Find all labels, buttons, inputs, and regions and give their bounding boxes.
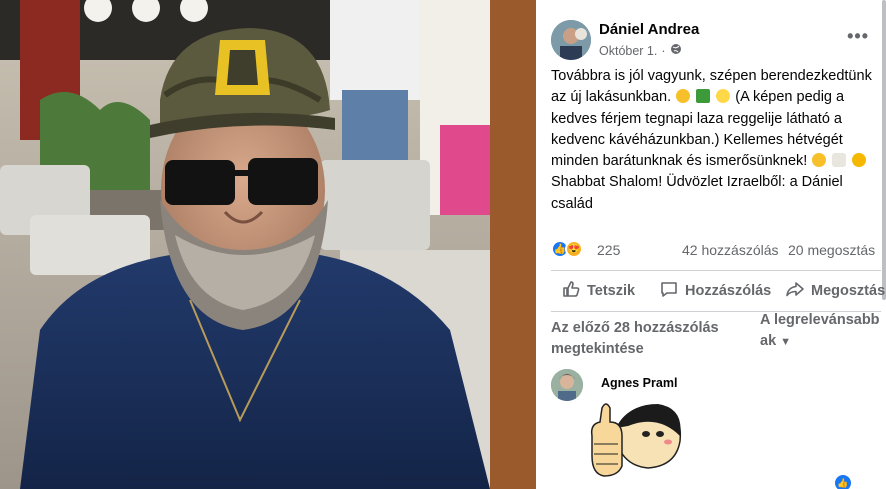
post-date[interactable]: Október 1. xyxy=(599,44,657,58)
comment-sort-dropdown[interactable]: A legrelevánsabbak ▼ xyxy=(760,310,880,353)
text-line: Shabbat Shalom! Üdvözlet Izraelből: a Dá… xyxy=(551,174,843,191)
sun-face-emoji-icon xyxy=(716,89,731,104)
sunflower-emoji-icon xyxy=(852,153,867,168)
sort-label: A legrelevánsabbak xyxy=(760,312,880,349)
dot-separator: · xyxy=(661,43,666,58)
more-options-icon[interactable]: ••• xyxy=(847,26,869,47)
palm-tree-emoji-icon xyxy=(696,89,711,104)
reaction-icons[interactable]: 👍 😍 xyxy=(551,240,583,258)
text-line: minden barátunknak és ismerősünknek! xyxy=(551,153,808,170)
comment-label: Hozzászólás xyxy=(685,283,772,299)
grinning-emoji-icon xyxy=(676,89,691,104)
love-face-reaction-icon: 😍 xyxy=(565,240,583,258)
text-line: az új lakásunkban. xyxy=(551,89,672,106)
like-button[interactable]: Tetszik xyxy=(561,276,635,306)
scrollbar[interactable] xyxy=(882,0,886,300)
commenter-avatar[interactable] xyxy=(551,369,583,401)
post-stats: 👍 😍 225 42 hozzászólás 20 megosztás xyxy=(551,240,881,260)
shares-count[interactable]: 20 megosztás xyxy=(788,242,875,258)
wink-emoji-icon xyxy=(812,153,827,168)
share-button[interactable]: Megosztás xyxy=(785,276,885,306)
post-panel: Dániel Andrea Október 1. · ••• Továbbra … xyxy=(536,0,886,489)
thumbs-up-sticker xyxy=(588,396,688,482)
text-line: (A képen pedig a xyxy=(735,89,845,106)
view-previous-comments[interactable]: Az előző 28 hozzászólás megtekintése xyxy=(551,318,741,360)
divider xyxy=(551,270,881,271)
comments-count[interactable]: 42 hozzászólás xyxy=(682,242,779,258)
like-label: Tetszik xyxy=(587,283,636,299)
commenter-name[interactable]: Agnes Praml xyxy=(601,376,677,390)
share-label: Megosztás xyxy=(811,283,886,299)
post-actions: Tetszik Hozzászólás Megosztás xyxy=(551,276,886,306)
comment-like-badge-icon[interactable]: 👍 xyxy=(833,473,853,489)
post-text: Továbbra is jól vagyunk, szépen berendez… xyxy=(551,66,876,215)
thumbs-up-icon xyxy=(561,279,581,303)
globe-icon xyxy=(670,43,682,58)
coffee-emoji-icon xyxy=(832,153,847,168)
text-line: kedves férjem tegnapi laza reggelije lát… xyxy=(551,110,842,127)
author-avatar[interactable] xyxy=(551,20,591,60)
post-meta: Október 1. · xyxy=(599,43,682,58)
share-arrow-icon xyxy=(785,279,805,303)
man-in-cafe-photo xyxy=(0,0,536,489)
reaction-count[interactable]: 225 xyxy=(597,242,620,258)
author-name[interactable]: Dániel Andrea xyxy=(599,21,699,38)
text-line: kedvenc kávéházunkban.) Kellemes hétvégé… xyxy=(551,131,843,148)
text-line: család xyxy=(551,195,593,212)
text-line: Továbbra is jól vagyunk, szépen berendez… xyxy=(551,68,872,84)
comment-button[interactable]: Hozzászólás xyxy=(659,276,771,306)
post-photo[interactable] xyxy=(0,0,536,489)
caret-down-icon: ▼ xyxy=(780,336,792,348)
comment-bubble-icon xyxy=(659,279,679,303)
